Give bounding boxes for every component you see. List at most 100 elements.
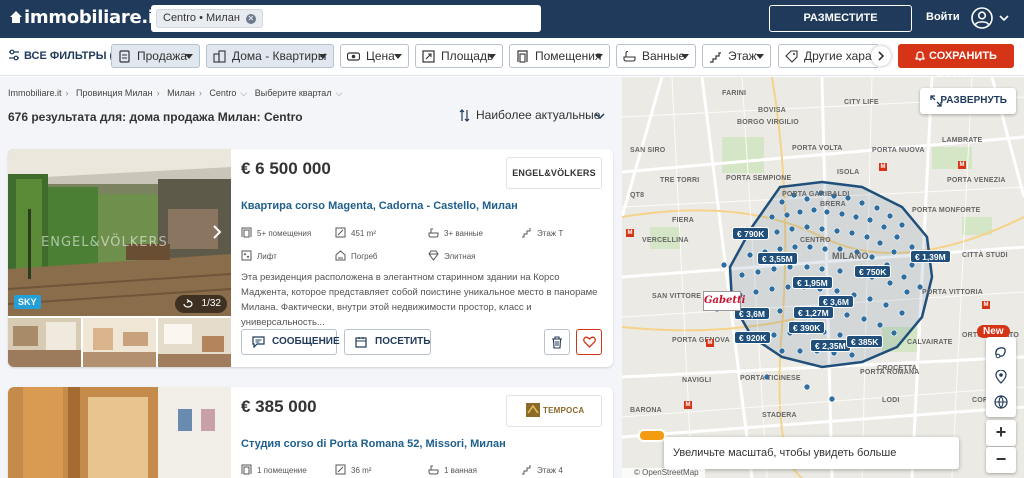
building-icon bbox=[213, 50, 226, 63]
site-logo[interactable]: immobiliare.it bbox=[9, 7, 162, 28]
district-label: PORTA GARIBALDI bbox=[782, 191, 850, 198]
area-icon bbox=[422, 50, 435, 63]
chevron-right-icon[interactable] bbox=[212, 225, 222, 239]
visit-button[interactable]: ПОСЕТИТЬ bbox=[344, 329, 431, 355]
agency-logo[interactable]: ENGEL&VÖLKERS bbox=[506, 157, 602, 189]
feature-area: 451 m² bbox=[335, 227, 376, 238]
all-filters-button[interactable]: ВСЕ ФИЛЬТРЫ (2) bbox=[8, 49, 123, 62]
listing-photo[interactable] bbox=[8, 387, 231, 478]
listing-thumbnail[interactable] bbox=[8, 318, 81, 367]
map-price-marker[interactable]: € 750K bbox=[854, 265, 892, 278]
map-price-marker[interactable]: € 390K bbox=[788, 321, 826, 334]
listing-title[interactable]: Квартира corso Magenta, Cadorna - Castel… bbox=[241, 200, 518, 212]
listing-thumbnail[interactable] bbox=[158, 318, 231, 367]
map-panel[interactable]: BOVISA FARINI CITY LIFE BORGO VIRGILIO P… bbox=[622, 77, 1024, 478]
location-search-box[interactable]: Centro • Милан ✕ bbox=[151, 5, 541, 32]
chevron-right-icon bbox=[878, 51, 885, 61]
listing-card[interactable]: € 385 000 TEMPOCASA Студия corso di Port… bbox=[8, 387, 613, 478]
filter-property-type[interactable]: Дома - Квартиры bbox=[206, 44, 334, 68]
map-attribution[interactable]: © OpenStreetMap bbox=[622, 468, 705, 478]
feature-cellar: Погреб bbox=[335, 250, 378, 261]
filter-bathrooms[interactable]: Ванные bbox=[616, 44, 696, 68]
listing-description: Эта резиденция расположена в элегантном … bbox=[241, 272, 598, 328]
district-label: BORGO VIRGILIO bbox=[737, 119, 799, 126]
features-icon bbox=[785, 50, 798, 63]
zoom-in-button[interactable]: + bbox=[986, 420, 1016, 446]
filter-property-type-label: Дома - Квартиры bbox=[232, 49, 327, 63]
filter-price[interactable]: Цена bbox=[340, 44, 409, 68]
expand-map-button[interactable]: РАЗВЕРНУТЬ bbox=[920, 88, 1016, 114]
metro-station-icon: M bbox=[706, 339, 714, 347]
feature-floor-value: Этаж 4 bbox=[537, 466, 563, 475]
filter-contract[interactable]: Продажа bbox=[111, 44, 200, 68]
map-price-marker[interactable]: € 2,35M bbox=[810, 339, 851, 352]
filter-area[interactable]: Площадь bbox=[415, 44, 503, 68]
map-price-marker[interactable]: € 790K bbox=[732, 227, 770, 240]
feature-luxury-value: Элитная bbox=[444, 252, 476, 261]
map-price-marker[interactable]: € 1,39M bbox=[910, 250, 951, 263]
feature-floor: Этаж T bbox=[521, 227, 563, 238]
map-layers-tool[interactable] bbox=[994, 395, 1008, 409]
breadcrumb-item[interactable]: Провинция Милан bbox=[76, 88, 153, 98]
filter-rooms[interactable]: Помещения bbox=[509, 44, 610, 68]
map-price-marker[interactable]: € 1,27M bbox=[793, 306, 834, 319]
feature-area: 36 m² bbox=[335, 464, 371, 475]
feature-elevator: Лифт bbox=[241, 250, 277, 261]
listing-card[interactable]: ENGEL&VÖLKERS SKY 1/32 € 6 500 000 ENGEL… bbox=[8, 149, 613, 367]
draw-area-tool[interactable] bbox=[994, 345, 1008, 359]
sort-label: Наиболее актуальные bbox=[476, 108, 601, 122]
photo-counter[interactable]: 1/32 bbox=[175, 295, 227, 313]
chevron-down-icon bbox=[681, 54, 689, 59]
map-price-marker[interactable]: € 1,95M bbox=[792, 276, 833, 289]
metro-station-icon: M bbox=[879, 163, 887, 171]
sky-badge: SKY bbox=[14, 295, 41, 309]
chevron-down-icon[interactable] bbox=[595, 113, 605, 119]
all-filters-label: ВСЕ ФИЛЬТРЫ (2) bbox=[24, 50, 123, 62]
district-label: BOVISA bbox=[758, 107, 787, 114]
breadcrumb-item[interactable]: Выберите квартал bbox=[255, 88, 332, 98]
agency-map-marker[interactable]: Gabetti bbox=[703, 291, 745, 311]
commute-time-tool[interactable] bbox=[994, 369, 1008, 384]
sort-selector[interactable]: Наиболее актуальные bbox=[459, 108, 600, 122]
calendar-icon bbox=[355, 337, 367, 348]
tempocasa-logo: TEMPOCASA bbox=[526, 403, 596, 417]
chevron-down-icon[interactable] bbox=[999, 14, 1009, 22]
thumbnail-image bbox=[8, 318, 81, 367]
district-label: LODI bbox=[882, 397, 900, 404]
message-button[interactable]: СООБЩЕНИЕ bbox=[241, 329, 340, 355]
listing-thumbnail[interactable] bbox=[83, 318, 156, 367]
publish-listing-button[interactable]: РАЗМЕСТИТЕ ОБЪЯВЛЕНИЯ bbox=[769, 5, 912, 49]
save-favorite-button[interactable] bbox=[576, 329, 602, 355]
scroll-filters-right-button[interactable] bbox=[871, 46, 891, 66]
district-label: TRE TORRI bbox=[660, 177, 700, 184]
feature-area-value: 36 m² bbox=[351, 466, 372, 475]
results-panel: Immobiliare.it › Провинция Милан › Милан › … bbox=[0, 77, 622, 478]
map-price-marker[interactable]: € 920K bbox=[734, 331, 772, 344]
filter-other-features[interactable]: Другие характ bbox=[778, 44, 878, 68]
breadcrumb-item[interactable]: Immobiliare.it bbox=[8, 88, 62, 98]
map-price-marker[interactable]: € 385K bbox=[846, 335, 884, 348]
chat-icon bbox=[252, 336, 265, 348]
map-cluster-marker[interactable] bbox=[638, 429, 666, 442]
remove-chip-icon[interactable]: ✕ bbox=[245, 14, 256, 24]
chevron-down-icon bbox=[185, 54, 193, 59]
elevator-icon bbox=[241, 250, 252, 261]
hide-listing-button[interactable] bbox=[544, 329, 570, 355]
save-search-button[interactable]: СОХРАНИТЬ ПОИСК bbox=[898, 44, 1014, 86]
filter-floor[interactable]: Этаж bbox=[702, 44, 771, 68]
map-price-marker[interactable]: € 3,55M bbox=[757, 252, 798, 265]
bathtub-icon bbox=[428, 465, 439, 475]
feature-floor: Этаж 4 bbox=[521, 464, 563, 475]
login-link[interactable]: Войти bbox=[926, 11, 960, 23]
breadcrumb-item[interactable]: Centro bbox=[209, 88, 236, 98]
listing-title[interactable]: Студия corso di Porta Romana 52, Missori… bbox=[241, 438, 506, 450]
agency-logo[interactable]: TEMPOCASA bbox=[506, 395, 602, 427]
listing-photo[interactable]: ENGEL&VÖLKERS SKY 1/32 bbox=[8, 149, 231, 316]
user-account-icon[interactable] bbox=[971, 7, 993, 29]
map-tools bbox=[986, 337, 1016, 417]
location-chip[interactable]: Centro • Милан ✕ bbox=[156, 9, 263, 28]
zoom-out-button[interactable]: − bbox=[986, 447, 1016, 473]
stairs-icon bbox=[522, 465, 531, 475]
feature-elevator-value: Лифт bbox=[257, 252, 277, 261]
breadcrumb-item[interactable]: Милан bbox=[167, 88, 195, 98]
